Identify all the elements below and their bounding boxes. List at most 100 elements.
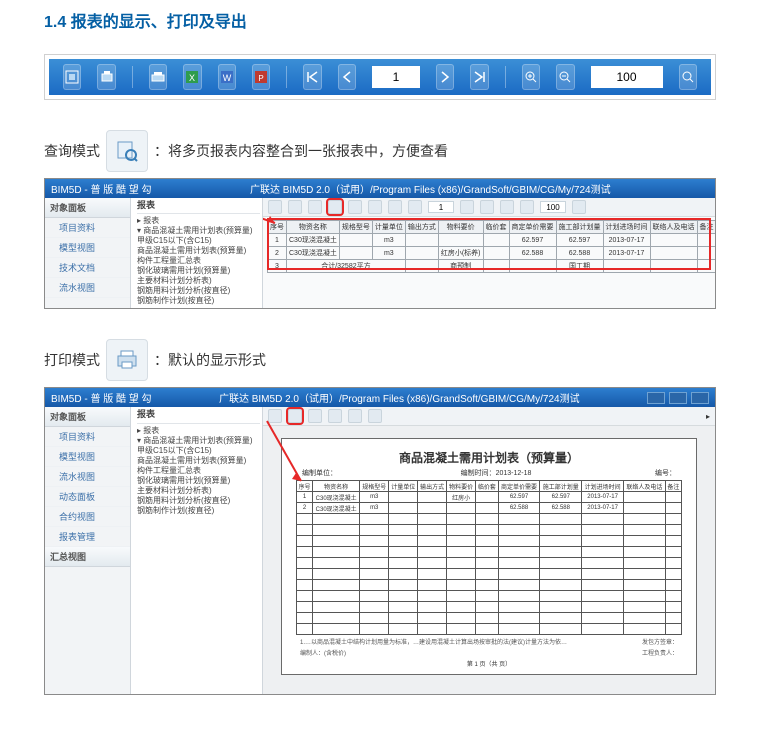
- zoom-level-input[interactable]: [591, 66, 663, 88]
- paper-viewport: 商品混凝土需用计划表（预算量） 编制单位：编制时间：2013-12-18编号： …: [263, 426, 715, 694]
- paper-title: 商品混凝土需用计划表（预算量）: [296, 449, 682, 466]
- table-row: 2C30现浇混凝土m362.58862.5882013-07-17: [297, 503, 682, 514]
- table-row: 1C30现浇混凝土m3红房小62.59762.5972013-07-17: [297, 492, 682, 503]
- tree-line[interactable]: 构件工程量汇总表: [137, 466, 260, 476]
- tree-line[interactable]: 甲级C15以下(含C15): [137, 236, 260, 246]
- tree-line[interactable]: 钢化玻璃需用计划(预算量): [137, 266, 260, 276]
- prev-page-icon[interactable]: [338, 64, 356, 90]
- tree-line[interactable]: 钢筋制作计划(按直径): [137, 506, 260, 516]
- zoom-fit-icon[interactable]: [679, 64, 697, 90]
- export-excel-icon[interactable]: X: [183, 64, 201, 90]
- inner-printout-icon[interactable]: [308, 200, 322, 214]
- sidebar-item[interactable]: 报表管理: [45, 527, 130, 547]
- table-row: [297, 569, 682, 580]
- sidebar-item[interactable]: 合约视图: [45, 507, 130, 527]
- tree-line[interactable]: 钢筋制作计划(按直径): [137, 296, 260, 306]
- print-icon[interactable]: [149, 64, 167, 90]
- query-mode-icon[interactable]: [63, 64, 81, 90]
- caption-desc: ：默认的显示形式: [154, 350, 266, 370]
- tree-line[interactable]: 主要材料计划分析表): [137, 486, 260, 496]
- table-header-row: 序号物资名称规格型号计量单位输出方式物料要价临价套商定单价需要施工部计划量计划进…: [297, 481, 682, 492]
- inner-zoom-input[interactable]: [540, 201, 566, 213]
- inner-pdf-icon[interactable]: [368, 409, 382, 423]
- toolbar-separator: [132, 66, 133, 88]
- tree-line[interactable]: 构件工程量汇总表: [137, 256, 260, 266]
- tree-line[interactable]: ▾ 商品混凝土需用计划表(预算量): [137, 436, 260, 446]
- sidebar-header: 对象面板: [45, 198, 130, 218]
- app-titlebar: BIM5D - 普 版 酷 望 勾 广联达 BIM5D 2.0（试用）/Prog…: [45, 179, 715, 198]
- sidebar-item[interactable]: 动态面板: [45, 487, 130, 507]
- inner-excel-icon[interactable]: [328, 200, 342, 214]
- inner-last-icon[interactable]: [480, 200, 494, 214]
- report-paper: 商品混凝土需用计划表（预算量） 编制单位：编制时间：2013-12-18编号： …: [281, 438, 697, 675]
- zoom-in-icon[interactable]: [522, 64, 540, 90]
- inner-excel-icon[interactable]: [328, 409, 342, 423]
- sidebar-item[interactable]: 项目资料: [45, 427, 130, 447]
- inner-zoomin-icon[interactable]: [500, 200, 514, 214]
- inner-fit-icon[interactable]: [572, 200, 586, 214]
- table-row: [297, 558, 682, 569]
- inner-zoomout-icon[interactable]: [520, 200, 534, 214]
- tree-line[interactable]: ▾ 商品混凝土需用计划表(预算量): [137, 226, 260, 236]
- caption-label: 打印模式: [44, 350, 100, 370]
- page-number-input[interactable]: [372, 66, 420, 88]
- app-window-print: BIM5D - 普 版 酷 望 勾 广联达 BIM5D 2.0（试用）/Prog…: [44, 387, 716, 695]
- close-button[interactable]: [691, 392, 709, 404]
- sidebar-item[interactable]: 项目资料: [45, 218, 130, 238]
- last-page-icon[interactable]: [470, 64, 488, 90]
- table-row: [297, 547, 682, 558]
- tree-line[interactable]: 商品混凝土需用计划表(预算量): [137, 246, 260, 256]
- query-mode-bigicon: [106, 130, 148, 172]
- tree-header: 报表: [137, 200, 260, 214]
- tree-line[interactable]: 钢化玻璃需用计划(预算量): [137, 476, 260, 486]
- sidebar-header: 对象面板: [45, 407, 130, 427]
- app-title-center: 广联达 BIM5D 2.0（试用）/Program Files (x86)/Gr…: [250, 181, 611, 196]
- tree-line[interactable]: ▸ 报表: [137, 216, 260, 226]
- caption-desc: ：将多页报表内容整合到一张报表中，方便查看: [154, 141, 448, 161]
- table-row: [297, 624, 682, 635]
- first-page-icon[interactable]: [303, 64, 321, 90]
- next-page-icon[interactable]: [436, 64, 454, 90]
- caption-label: 查询模式: [44, 141, 100, 161]
- tree-line[interactable]: 商品混凝土需用计划表(预算量): [137, 456, 260, 466]
- sidebar-item[interactable]: 模型视图: [45, 238, 130, 258]
- sidebar-item[interactable]: 流水视图: [45, 467, 130, 487]
- print-mode-icon[interactable]: [97, 64, 115, 90]
- table-row: [297, 591, 682, 602]
- zoom-out-icon[interactable]: [556, 64, 574, 90]
- report-toolbar: X W P: [49, 59, 711, 95]
- app-title-left: BIM5D - 普 版 酷 望 勾: [51, 181, 152, 196]
- export-pdf-icon[interactable]: P: [252, 64, 270, 90]
- tree-line[interactable]: 钢筋用料计划分析(按直径): [137, 286, 260, 296]
- inner-word-icon[interactable]: [348, 409, 362, 423]
- print-mode-caption: 打印模式 ：默认的显示形式: [44, 339, 716, 381]
- table-row: [297, 514, 682, 525]
- tree-line[interactable]: ▸ 报表: [137, 426, 260, 436]
- inner-first-icon[interactable]: [388, 200, 402, 214]
- sidebar-item[interactable]: 模型视图: [45, 447, 130, 467]
- app-title-left: BIM5D - 普 版 酷 望 勾: [51, 390, 152, 405]
- paper-footnote-2: 编制人：(含税价)工程负责人：: [296, 646, 682, 657]
- sidebar-item[interactable]: 流水视图: [45, 278, 130, 298]
- inner-toolbar: ▸: [263, 407, 715, 426]
- inner-word-icon[interactable]: [348, 200, 362, 214]
- min-button[interactable]: [647, 392, 665, 404]
- report-tree: 报表 ▸ 报表 ▾ 商品混凝土需用计划表(预算量) 甲级C15以下(含C15) …: [131, 198, 263, 308]
- svg-text:W: W: [222, 73, 231, 83]
- svg-text:X: X: [189, 73, 195, 83]
- content-area: 序号物资名称规格型号计量单位输出方式物料要价临价套商定单价需要施工部计划量计划进…: [263, 198, 715, 308]
- max-button[interactable]: [669, 392, 687, 404]
- tree-line[interactable]: 钢筋用料计划分析(按直径): [137, 496, 260, 506]
- paper-subheader: 编制单位：编制时间：2013-12-18编号：: [296, 468, 682, 480]
- inner-next-icon[interactable]: [460, 200, 474, 214]
- inner-pdf-icon[interactable]: [368, 200, 382, 214]
- tree-line[interactable]: 主要材料计划分析表): [137, 276, 260, 286]
- annotation-redbox: [267, 218, 711, 270]
- inner-prev-icon[interactable]: [408, 200, 422, 214]
- sidebar-item[interactable]: 技术文档: [45, 258, 130, 278]
- tree-line[interactable]: 甲级C15以下(含C15): [137, 446, 260, 456]
- export-word-icon[interactable]: W: [218, 64, 236, 90]
- table-row: [297, 613, 682, 624]
- inner-page-input[interactable]: [428, 201, 454, 213]
- content-area: ▸ 商品混凝土需用计划表（预算量） 编制单位：编制时间：2013-12-18编号…: [263, 407, 715, 694]
